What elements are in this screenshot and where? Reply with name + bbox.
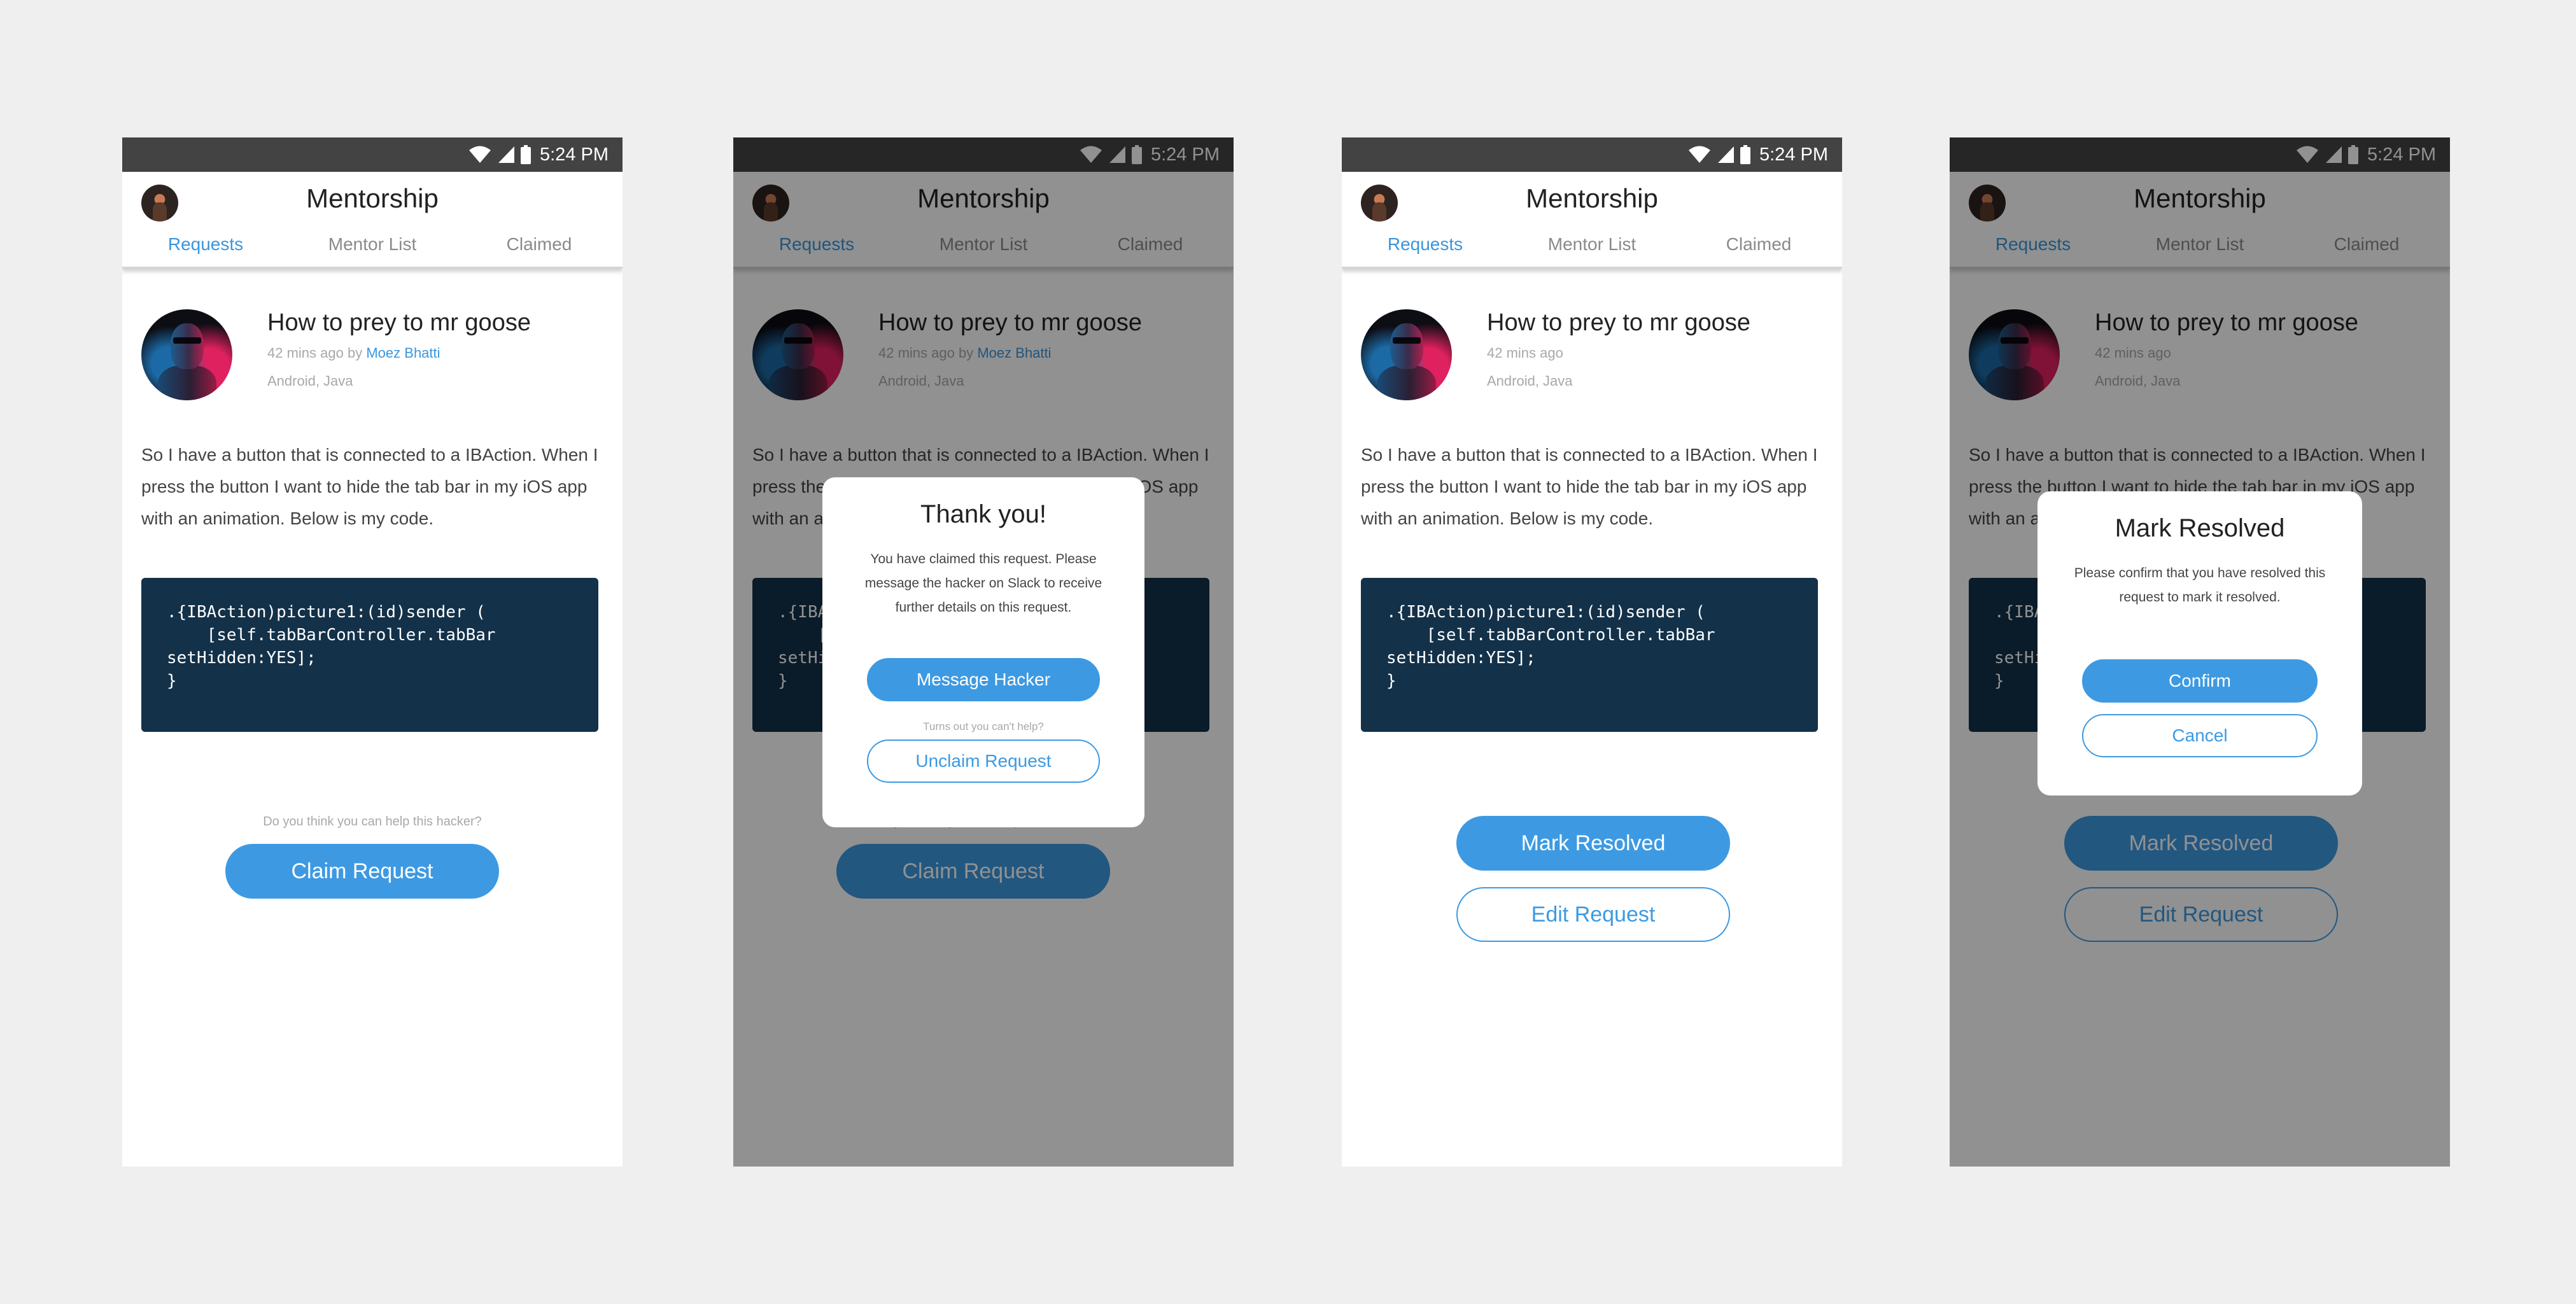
signal-icon xyxy=(1718,146,1734,163)
claim-hint: Do you think you can help this hacker? xyxy=(263,815,482,829)
status-bar: 5:24 PM xyxy=(122,137,623,172)
dialog-title: Thank you! xyxy=(920,500,1046,528)
tab-requests[interactable]: Requests xyxy=(122,234,289,255)
dialog-small-text: Turns out you can't help? xyxy=(923,720,1044,733)
tab-claimed[interactable]: Claimed xyxy=(456,234,623,255)
battery-icon xyxy=(1740,145,1750,164)
request-body: So I have a button that is connected to … xyxy=(1361,445,1818,528)
requester-avatar xyxy=(141,309,232,400)
request-meta: 42 mins ago by Moez Bhatti xyxy=(267,345,440,361)
edit-request-button[interactable]: Edit Request xyxy=(1456,887,1730,942)
request-title: How to prey to mr goose xyxy=(1487,309,1750,336)
resolve-dialog: Mark Resolved Please confirm that you ha… xyxy=(2038,491,2362,796)
request-tags: Android, Java xyxy=(267,373,353,389)
status-bar: 5:24 PM xyxy=(1342,137,1842,172)
code-block: .{IBAction)picture1:(id)sender ( [self.t… xyxy=(1361,578,1818,732)
request-time: 42 mins ago xyxy=(267,345,344,361)
app-bar: Mentorship Requests Mentor List Claimed xyxy=(1342,172,1842,269)
phone-screen-claim: 5:24 PM Mentorship Requests Mentor List … xyxy=(122,137,623,1167)
unclaim-request-button[interactable]: Unclaim Request xyxy=(867,740,1100,783)
claimed-dialog: Thank you! You have claimed this request… xyxy=(822,477,1144,827)
mark-resolved-button[interactable]: Mark Resolved xyxy=(1456,816,1730,871)
request-tags: Android, Java xyxy=(1487,373,1573,389)
tab-bar: Requests Mentor List Claimed xyxy=(1342,234,1842,255)
dialog-message: Please confirm that you have resolved th… xyxy=(2074,566,2326,605)
page-title: Mentorship xyxy=(306,183,439,213)
tab-bar: Requests Mentor List Claimed xyxy=(122,234,623,255)
code-block: .{IBAction)picture1:(id)sender ( [self.t… xyxy=(141,578,598,732)
app-bar: Mentorship Requests Mentor List Claimed xyxy=(122,172,623,269)
request-body: So I have a button that is connected to … xyxy=(141,445,598,528)
request-header: How to prey to mr goose 42 mins ago by M… xyxy=(141,309,606,405)
signal-icon xyxy=(498,146,514,163)
phone-screen-claimed-dialog: 5:24 PM Mentorship Requests Mentor List … xyxy=(733,137,1234,1167)
phone-screen-resolve: 5:24 PM Mentorship Requests Mentor List … xyxy=(1342,137,1842,1167)
dialog-title: Mark Resolved xyxy=(2115,514,2285,542)
tab-mentor-list[interactable]: Mentor List xyxy=(289,234,456,255)
battery-icon xyxy=(521,145,531,164)
dialog-message: You have claimed this request. Please me… xyxy=(864,552,1102,615)
request-author-link[interactable]: Moez Bhatti xyxy=(366,345,440,361)
requester-avatar xyxy=(1361,309,1452,400)
phone-screen-resolve-dialog: 5:24 PM Mentorship Requests Mentor List … xyxy=(1950,137,2450,1167)
tab-mentor-list[interactable]: Mentor List xyxy=(1509,234,1675,255)
status-time: 5:24 PM xyxy=(1759,144,1828,165)
request-meta: 42 mins ago xyxy=(1487,345,1563,361)
claim-request-button[interactable]: Claim Request xyxy=(225,844,499,899)
cancel-button[interactable]: Cancel xyxy=(2082,714,2318,757)
tab-requests[interactable]: Requests xyxy=(1342,234,1509,255)
wifi-icon xyxy=(1689,146,1710,163)
wifi-icon xyxy=(469,146,491,163)
request-title: How to prey to mr goose xyxy=(267,309,531,336)
message-hacker-button[interactable]: Message Hacker xyxy=(867,658,1100,701)
request-header: How to prey to mr goose 42 mins ago Andr… xyxy=(1361,309,1826,405)
status-time: 5:24 PM xyxy=(540,144,609,165)
tab-claimed[interactable]: Claimed xyxy=(1675,234,1842,255)
request-by-label: by xyxy=(347,345,363,361)
page-title: Mentorship xyxy=(1526,183,1658,213)
confirm-button[interactable]: Confirm xyxy=(2082,659,2318,703)
